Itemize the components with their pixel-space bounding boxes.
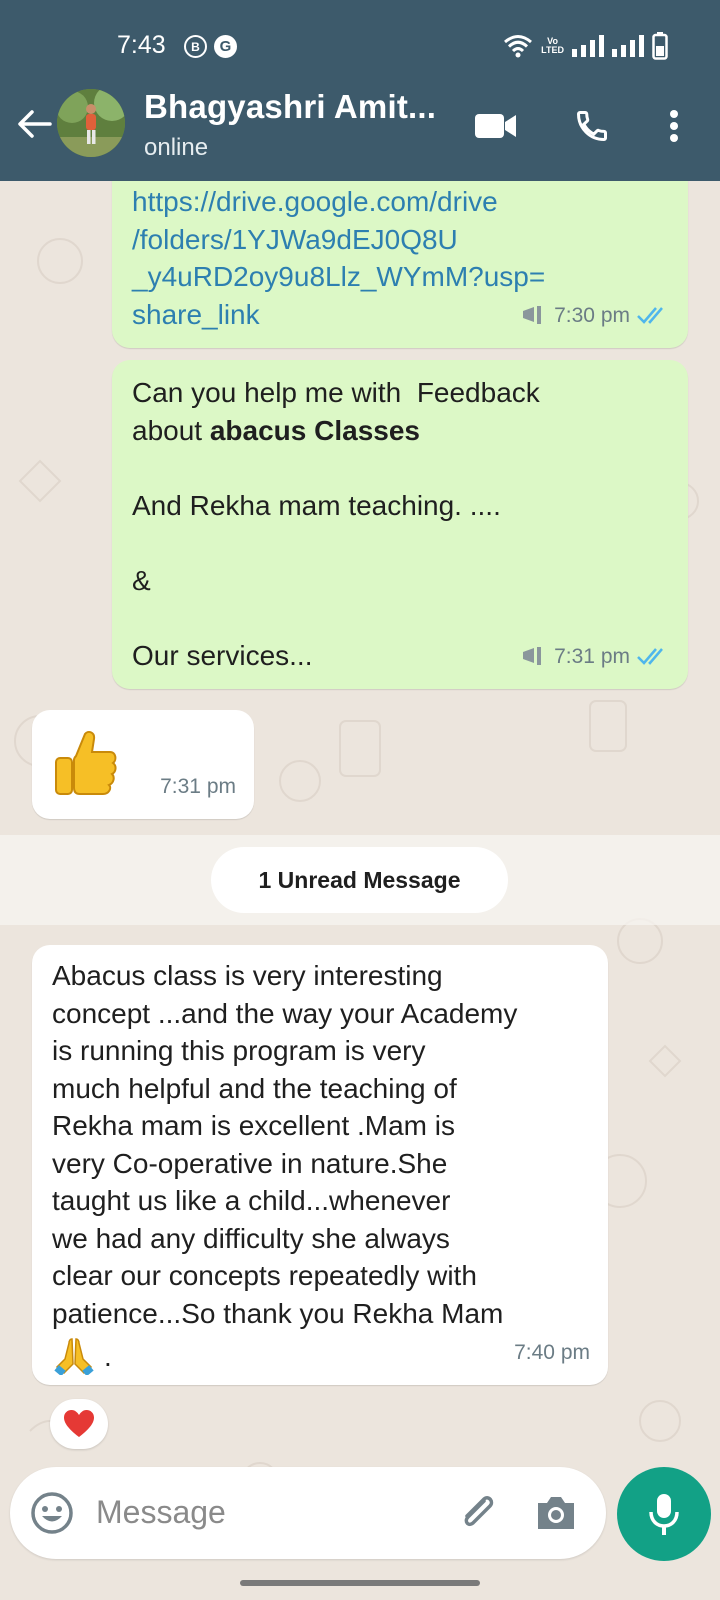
avatar[interactable] — [57, 89, 125, 157]
more-options-button[interactable] — [650, 104, 698, 148]
wifi-icon — [504, 35, 533, 58]
voice-call-button[interactable] — [568, 104, 616, 148]
read-receipt-icon — [637, 307, 663, 325]
emoji-icon[interactable] — [30, 1491, 74, 1535]
volte-indicator: Vo LTED — [541, 37, 564, 55]
trailing-text: . — [104, 1340, 112, 1372]
message-meta: 7:40 pm — [514, 1334, 590, 1372]
chat-header: 7:43 B G Vo LTED Bhagyashri Amit... onli… — [0, 0, 720, 181]
paperclip-icon[interactable] — [454, 1489, 502, 1537]
message-line-prefix: about — [132, 414, 210, 446]
status-icons: Vo LTED — [503, 32, 668, 60]
message-input[interactable] — [96, 1487, 436, 1537]
microphone-icon — [649, 1494, 679, 1535]
bullet-notification-icon: B — [184, 35, 207, 58]
battery-icon — [652, 32, 668, 60]
drive-link[interactable]: https://drive.google.com/drive /folders/… — [132, 183, 572, 333]
broadcast-icon — [523, 306, 542, 325]
message-time: 7:30 pm — [554, 303, 630, 327]
broadcast-icon — [523, 647, 542, 666]
read-receipt-icon — [637, 648, 663, 666]
incoming-message-thumbs-up[interactable]: 7:31 pm — [32, 710, 254, 819]
phone-icon — [576, 111, 607, 142]
message-time: 7:31 pm — [554, 644, 630, 668]
message-meta: 7:31 pm — [522, 638, 670, 676]
message-meta: 7:31 pm — [160, 768, 236, 806]
message-reaction[interactable] — [50, 1399, 108, 1449]
message-composer — [10, 1467, 606, 1559]
video-camera-icon — [475, 114, 516, 138]
voice-message-button[interactable] — [617, 1467, 711, 1561]
chat-area[interactable]: https://drive.google.com/drive /folders/… — [0, 181, 720, 1530]
more-vertical-icon — [670, 110, 678, 142]
status-time: 7:43 — [117, 31, 166, 59]
signal-2-icon — [612, 35, 644, 57]
contact-status: online — [144, 134, 209, 161]
unread-message-label: 1 Unread Message — [211, 847, 508, 913]
status-bar: 7:43 B G Vo LTED — [0, 0, 720, 90]
thumbs-up-emoji-icon — [55, 730, 117, 795]
camera-icon[interactable] — [532, 1489, 580, 1537]
heart-reaction-icon — [64, 1410, 94, 1437]
outgoing-message-link[interactable]: https://drive.google.com/drive /folders/… — [112, 181, 688, 348]
message-bold-text: abacus Classes — [209, 414, 420, 446]
volte-bottom: LTED — [541, 45, 564, 55]
google-notification-icon: G — [214, 35, 237, 58]
message-trailing: . — [54, 1335, 112, 1375]
message-line: about abacus Classes — [132, 412, 672, 450]
contact-name[interactable]: Bhagyashri Amit... — [144, 88, 436, 126]
unread-divider: 1 Unread Message — [0, 835, 720, 925]
back-arrow-icon[interactable] — [14, 104, 54, 144]
video-call-button[interactable] — [472, 104, 520, 148]
signal-1-icon — [572, 35, 604, 57]
message-line: Can you help me with Feedback — [132, 377, 540, 408]
incoming-message-feedback[interactable]: Abacus class is very interesting concept… — [32, 945, 608, 1385]
message-text: Abacus class is very interesting concept… — [52, 960, 518, 1329]
gesture-nav-bar[interactable] — [240, 1580, 480, 1586]
outgoing-message-feedback[interactable]: Can you help me with Feedback about abac… — [112, 360, 688, 689]
message-meta: 7:30 pm — [522, 297, 670, 335]
avatar-photo-icon — [57, 89, 125, 157]
message-time: 7:40 pm — [514, 1340, 590, 1364]
folded-hands-emoji-icon — [54, 1338, 94, 1375]
message-time: 7:31 pm — [160, 774, 236, 798]
